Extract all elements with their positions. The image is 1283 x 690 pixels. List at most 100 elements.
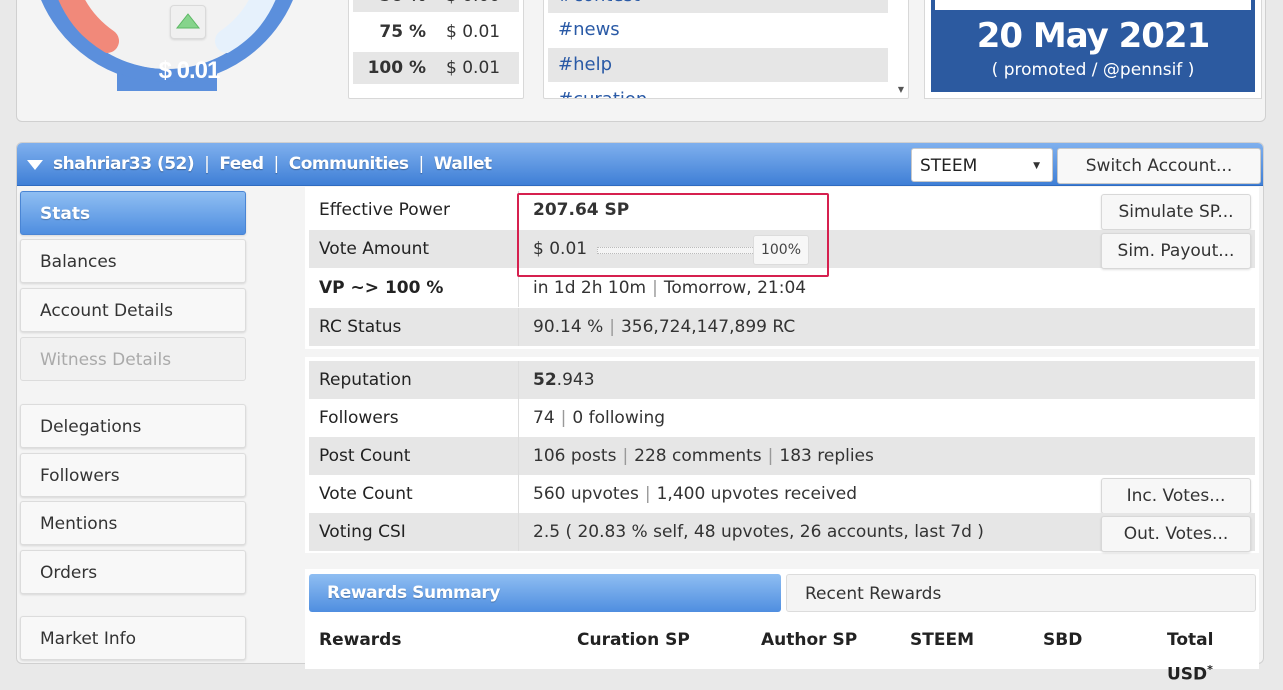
vp-date: Tomorrow, 21:04 (663, 278, 807, 298)
table-row: Vote Amount $ 0.01 100% Sim. Payout... (309, 230, 1255, 269)
switch-account-button[interactable]: Switch Account... (1057, 148, 1261, 184)
tab-rewards-summary[interactable]: Rewards Summary (309, 574, 781, 612)
profile-stats-table: Reputation 52.943 Followers 74 | 0 followi… (305, 357, 1259, 553)
row-label: Post Count (309, 437, 519, 475)
tag-list[interactable]: #contest #news #help #curation ▼ (543, 0, 909, 99)
rc-value: 90.14 % | 356,724,147,899 RC (523, 308, 1083, 346)
tag-item[interactable]: #help (548, 48, 888, 82)
rewards-section: Rewards Summary Recent Rewards Rewards C… (305, 569, 1259, 685)
promo-banner[interactable]: 20 May 2021 ( promoted / @pennsif ) (924, 0, 1262, 99)
sidebar-item-delegations[interactable]: Delegations (20, 404, 246, 448)
table-row: Voting CSI 2.5 ( 20.83 % self, 48 upvote… (309, 513, 1255, 552)
post-count-value: 106 posts | 228 comments | 183 replies (523, 437, 1083, 475)
reputation-int: 52 (533, 370, 557, 390)
currency-select-value: STEEM (920, 156, 978, 176)
nav-separator: | (204, 154, 210, 174)
sidebar-item-witness-details: Witness Details (20, 337, 246, 381)
gauge-value: $ 0.01 (158, 57, 221, 84)
tab-recent-rewards[interactable]: Recent Rewards (786, 574, 1256, 612)
gauge-upvote-button[interactable] (170, 5, 206, 39)
table-row: 100 % $ 0.01 (353, 52, 519, 84)
pct-cell: 100 % (367, 58, 426, 78)
table-row: 50 % $ 0.00 (353, 0, 519, 12)
sim-payout-button[interactable]: Sim. Payout... (1101, 233, 1251, 269)
out-votes-button[interactable]: Out. Votes... (1101, 516, 1251, 552)
promo-date: 20 May 2021 (976, 16, 1211, 56)
sidebar-item-account-details[interactable]: Account Details (20, 288, 246, 332)
vote-amount-cell: $ 0.01 100% (523, 230, 1083, 268)
total-usd-label: Total USD (1167, 630, 1214, 685)
row-label: Reputation (309, 361, 519, 399)
reputation-frac: .943 (556, 370, 595, 390)
table-row: RC Status 90.14 % | 356,724,147,899 RC (309, 308, 1255, 346)
separator: | (560, 408, 567, 428)
column-header: Author SP (761, 630, 858, 650)
inc-votes-button[interactable]: Inc. Votes... (1101, 478, 1251, 514)
column-header: STEEM (910, 630, 974, 650)
effective-power-value: 207.64 SP (533, 200, 630, 220)
row-label: Followers (309, 399, 519, 437)
vote-weight-slider[interactable] (597, 247, 757, 254)
nav-communities[interactable]: Communities (289, 154, 409, 174)
comments-count: 228 comments (634, 446, 762, 466)
nav-bar: shahriar33 (52) | Feed | Communities | Wallet … (17, 143, 1263, 186)
tag-item[interactable]: #news (548, 13, 888, 47)
column-header: SBD (1043, 630, 1083, 650)
voting-csi-value: 2.5 ( 20.83 % self, 48 upvotes, 26 accou… (533, 522, 984, 542)
table-row: Followers 74 | 0 following (309, 399, 1255, 437)
separator: | (644, 484, 651, 504)
table-row: Reputation 52.943 (309, 361, 1255, 399)
nav-user[interactable]: shahriar33 (52) (53, 154, 195, 174)
currency-select[interactable]: STEEM ▼ (911, 148, 1053, 182)
reputation-value: 52.943 (523, 361, 1083, 399)
sidebar-item-orders[interactable]: Orders (20, 550, 246, 594)
table-row: 75 % $ 0.01 (353, 16, 519, 48)
promo-strip (935, 0, 1251, 10)
column-header: Rewards (319, 630, 402, 650)
vote-percent-table: 50 % $ 0.00 75 % $ 0.01 100 % $ 0.01 (348, 0, 524, 99)
pct-cell: 50 % (353, 0, 434, 12)
collapse-arrow-icon[interactable] (27, 160, 43, 170)
simulate-sp-button[interactable]: Simulate SP... (1101, 194, 1251, 230)
posts-count: 106 posts (533, 446, 617, 466)
followers-count: 74 (533, 408, 555, 428)
sidebar-item-mentions[interactable]: Mentions (20, 501, 246, 545)
separator: | (652, 278, 658, 298)
separator: | (767, 446, 774, 466)
table-row: Vote Count 560 upvotes | 1,400 upvotes rec… (309, 475, 1255, 514)
row-label: Effective Power (309, 191, 519, 229)
main-panel: shahriar33 (52) | Feed | Communities | Wallet … (16, 142, 1264, 685)
vote-count-value: 560 upvotes | 1,400 upvotes received (523, 475, 1083, 513)
nav-wallet[interactable]: Wallet (434, 154, 492, 174)
rc-amount: 356,724,147,899 RC (620, 317, 796, 337)
separator: | (609, 317, 615, 337)
nav-feed[interactable]: Feed (219, 154, 264, 174)
nav-links: shahriar33 (52) | Feed | Communities | Wallet (53, 143, 492, 185)
top-panel: $ 0.01 50 % $ 0.00 75 % $ 0.01 100 % $ 0… (16, 0, 1266, 122)
row-label: VP ~> 100 % (309, 269, 519, 307)
sidebar-item-balances[interactable]: Balances (20, 239, 246, 283)
column-header: Total USD* (1167, 625, 1259, 685)
scroll-down-icon[interactable]: ▼ (898, 85, 904, 94)
vote-weight-badge[interactable]: 100% (753, 235, 809, 265)
upvotes-count: 560 upvotes (533, 484, 639, 504)
sidebar-item-market-info[interactable]: Market Info (20, 616, 246, 660)
table-row: Post Count 106 posts | 228 comments | 183 re… (309, 437, 1255, 475)
promo-inner: 20 May 2021 ( promoted / @pennsif ) (931, 0, 1255, 92)
tag-item[interactable]: #curation (548, 83, 888, 98)
row-label: Vote Amount (309, 230, 519, 268)
sidebar-item-followers[interactable]: Followers (20, 453, 246, 497)
total-usd-note: * (1207, 663, 1213, 676)
row-label: Vote Count (309, 475, 519, 513)
table-row: Effective Power 207.64 SP Simulate SP... (309, 191, 1255, 230)
upvotes-received: 1,400 upvotes received (656, 484, 858, 504)
table-row: VP ~> 100 % in 1d 2h 10m | Tomorrow, 21:04 (309, 269, 1255, 307)
replies-count: 183 replies (779, 446, 874, 466)
triangle-up-icon (175, 13, 201, 29)
stats-table: Effective Power 207.64 SP Simulate SP...… (305, 187, 1259, 349)
rewards-table-header: Rewards Curation SP Author SP STEEM SBD … (305, 625, 1259, 685)
usd-cell: $ 0.00 (438, 0, 519, 12)
rc-percent: 90.14 % (533, 317, 604, 337)
tag-item[interactable]: #contest (548, 0, 888, 13)
sidebar-item-stats[interactable]: Stats (20, 191, 246, 235)
